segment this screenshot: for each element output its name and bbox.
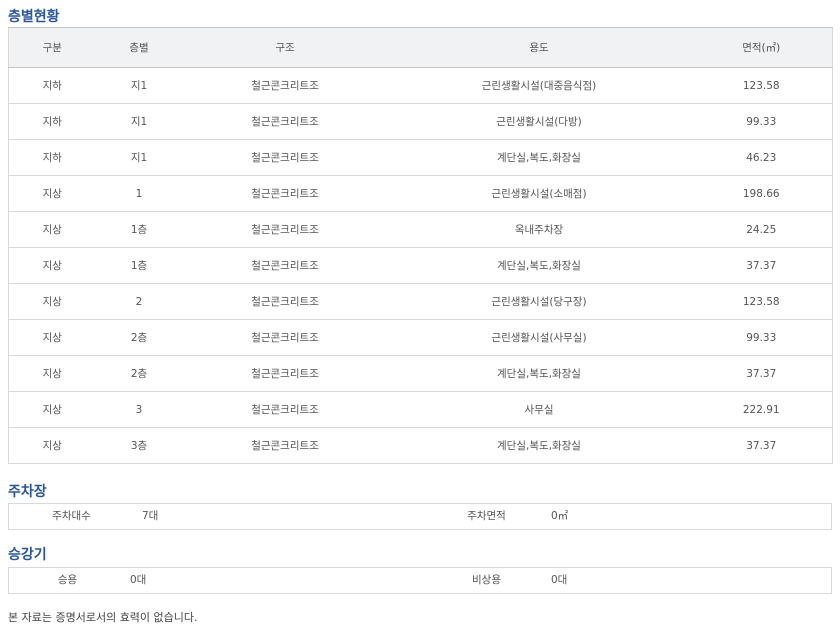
parking-count-value: 7대 [142,510,159,522]
floor-cell: 1층 [95,247,183,284]
floor-section-title: 층별현황 [8,9,60,25]
division-cell: 지하 [8,139,96,176]
elevator-info-row: 승용 0대 비상용 0대 [8,567,832,594]
header-division: 구분 [8,27,96,68]
structure-cell: 철근콘크리트조 [182,175,388,212]
area-cell: 99.33 [690,103,833,140]
floor-cell: 3 [95,391,183,428]
usage-cell: 근린생활시설(대중음식점) [387,67,691,104]
usage-cell: 계단실,복도,화장실 [387,355,691,392]
table-row: 지하 지1 철근콘크리트조 근린생활시설(다방) 99.33 [8,103,833,140]
division-cell: 지상 [8,211,96,248]
structure-cell: 철근콘크리트조 [182,67,388,104]
header-floor: 층별 [95,27,183,68]
floor-cell: 2층 [95,319,183,356]
floor-cell: 지1 [95,103,183,140]
header-area: 면적(㎡) [690,27,833,68]
division-cell: 지상 [8,283,96,320]
usage-cell: 근린생활시설(당구장) [387,283,691,320]
area-cell: 123.58 [690,67,833,104]
area-cell: 123.58 [690,283,833,320]
floor-cell: 2 [95,283,183,320]
division-cell: 지상 [8,247,96,284]
structure-cell: 철근콘크리트조 [182,427,388,464]
floor-cell: 1층 [95,211,183,248]
division-cell: 지상 [8,355,96,392]
floor-cell: 1 [95,175,183,212]
area-cell: 37.37 [690,427,833,464]
usage-cell: 근린생활시설(소매점) [387,175,691,212]
division-cell: 지상 [8,391,96,428]
floor-cell: 지1 [95,139,183,176]
usage-cell: 사무실 [387,391,691,428]
division-cell: 지하 [8,67,96,104]
table-row: 지상 2층 철근콘크리트조 계단실,복도,화장실 37.37 [8,355,833,392]
area-cell: 99.33 [690,319,833,356]
structure-cell: 철근콘크리트조 [182,247,388,284]
table-row: 지상 2층 철근콘크리트조 근린생활시설(사무실) 99.33 [8,319,833,356]
parking-area-label: 주차면적 [467,510,506,522]
structure-cell: 철근콘크리트조 [182,283,388,320]
header-usage: 용도 [387,27,691,68]
division-cell: 지상 [8,319,96,356]
usage-cell: 계단실,복도,화장실 [387,247,691,284]
disclaimer-note: 본 자료는 증명서로서의 효력이 없습니다. [8,611,198,624]
usage-cell: 근린생활시설(사무실) [387,319,691,356]
emergency-elevator-value: 0대 [551,574,568,586]
floor-status-table: 구분 층별 구조 용도 면적(㎡) 지하 지1 철근콘크리트조 근린생활시설(대중음식… [8,27,833,464]
structure-cell: 철근콘크리트조 [182,319,388,356]
table-header-row: 구분 층별 구조 용도 면적(㎡) [8,27,833,68]
floor-cell: 2층 [95,355,183,392]
structure-cell: 철근콘크리트조 [182,139,388,176]
division-cell: 지상 [8,427,96,464]
area-cell: 46.23 [690,139,833,176]
passenger-elevator-label: 승용 [57,574,78,586]
table-row: 지상 1층 철근콘크리트조 계단실,복도,화장실 37.37 [8,247,833,284]
table-row: 지하 지1 철근콘크리트조 근린생활시설(대중음식점) 123.58 [8,67,833,104]
table-row: 지상 3 철근콘크리트조 사무실 222.91 [8,391,833,428]
emergency-elevator-label: 비상용 [472,574,501,586]
table-row: 지하 지1 철근콘크리트조 계단실,복도,화장실 46.23 [8,139,833,176]
usage-cell: 근린생활시설(다방) [387,103,691,140]
structure-cell: 철근콘크리트조 [182,391,388,428]
area-cell: 37.37 [690,355,833,392]
usage-cell: 계단실,복도,화장실 [387,427,691,464]
division-cell: 지상 [8,175,96,212]
structure-cell: 철근콘크리트조 [182,355,388,392]
table-row: 지상 2 철근콘크리트조 근린생활시설(당구장) 123.58 [8,283,833,320]
area-cell: 37.37 [690,247,833,284]
passenger-elevator-value: 0대 [130,574,147,586]
structure-cell: 철근콘크리트조 [182,211,388,248]
usage-cell: 옥내주차장 [387,211,691,248]
table-row: 지상 1층 철근콘크리트조 옥내주차장 24.25 [8,211,833,248]
elevator-section-title: 승강기 [8,547,47,563]
usage-cell: 계단실,복도,화장실 [387,139,691,176]
table-row: 지상 1 철근콘크리트조 근린생활시설(소매점) 198.66 [8,175,833,212]
area-cell: 198.66 [690,175,833,212]
table-row: 지상 3층 철근콘크리트조 계단실,복도,화장실 37.37 [8,427,833,464]
division-cell: 지하 [8,103,96,140]
area-cell: 222.91 [690,391,833,428]
parking-section-title: 주차장 [8,484,47,500]
area-cell: 24.25 [690,211,833,248]
header-structure: 구조 [182,27,388,68]
structure-cell: 철근콘크리트조 [182,103,388,140]
floor-cell: 지1 [95,67,183,104]
parking-info-row: 주차대수 7대 주차면적 0㎡ [8,503,832,530]
parking-count-label: 주차대수 [52,510,91,522]
parking-area-value: 0㎡ [551,510,569,522]
floor-cell: 3층 [95,427,183,464]
